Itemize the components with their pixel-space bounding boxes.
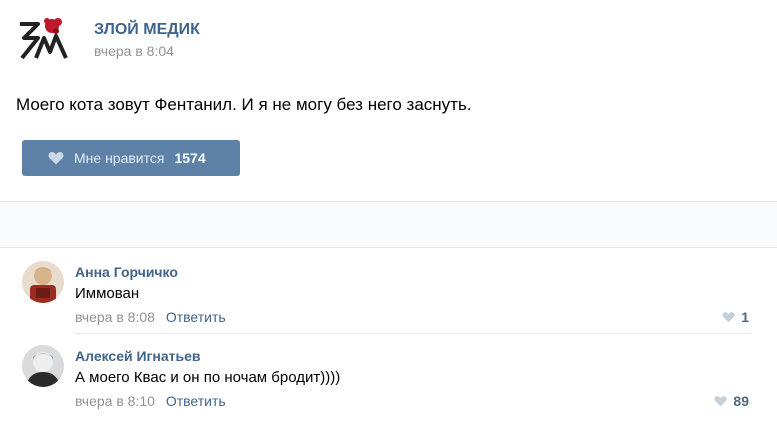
like-count: 1574 [174,150,206,166]
post-time[interactable]: вчера в 8:04 [94,43,174,59]
post-actions-band [0,202,777,247]
post-text: Моего кота зовут Фентанил. И я не могу б… [16,95,472,114]
reply-link[interactable]: Ответить [166,393,226,409]
avatar[interactable] [22,261,64,303]
avatar-image [22,261,64,303]
comment-text: А моего Квас и он по ночам бродит)))) [75,369,341,386]
comment-time[interactable]: вчера в 8:10 [75,393,155,409]
comment: Анна Горчичко Иммован вчера в 8:08 Ответ… [0,261,777,341]
comment-meta: вчера в 8:10 Ответить [75,393,226,409]
comment-author[interactable]: Анна Горчичко [75,264,178,280]
like-button[interactable]: Мне нравится 1574 [22,140,240,176]
comment-like-count: 1 [741,309,749,325]
comment-meta: вчера в 8:08 Ответить [75,309,226,325]
comment-time[interactable]: вчера в 8:08 [75,309,155,325]
comment-like-button[interactable]: 1 [722,309,749,325]
comment-text: Иммован [75,285,140,302]
post-header: ЗЛОЙ МЕДИК вчера в 8:04 [16,12,756,68]
heart-icon [48,152,64,165]
comment-author[interactable]: Алексей Игнатьев [75,348,201,364]
comment-like-button[interactable]: 89 [714,393,749,409]
divider [75,333,751,334]
comment: Алексей Игнатьев А моего Квас и он по но… [0,345,777,425]
group-name[interactable]: ЗЛОЙ МЕДИК [94,21,200,39]
group-logo[interactable] [16,12,72,68]
heart-icon [722,312,735,323]
divider [0,247,777,248]
like-label: Мне нравится [74,150,165,166]
reply-link[interactable]: Ответить [166,309,226,325]
avatar-image [22,345,64,387]
heart-icon [714,396,727,407]
group-logo-image [20,18,68,60]
avatar[interactable] [22,345,64,387]
comment-like-count: 89 [733,393,749,409]
